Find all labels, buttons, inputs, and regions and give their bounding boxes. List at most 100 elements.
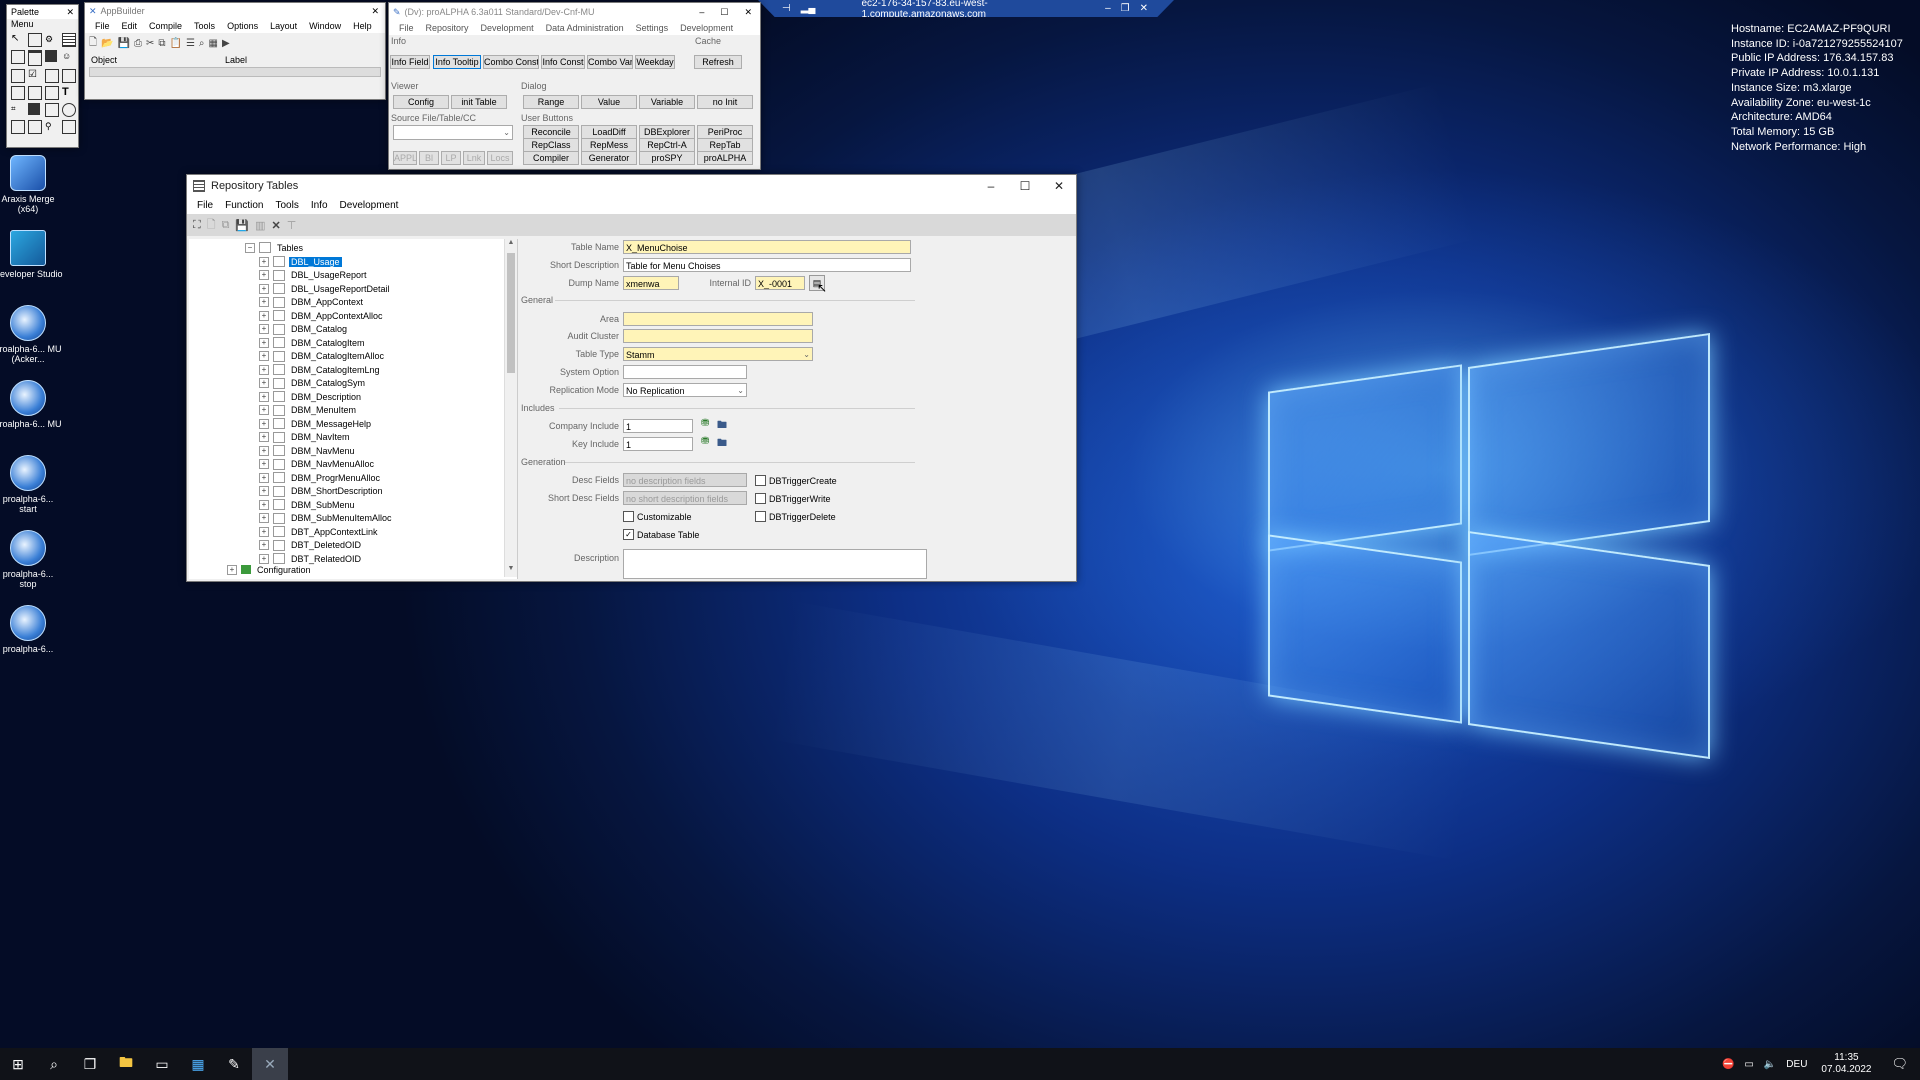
table-tree[interactable]: − Tables + DBL_Usage + DBL_UsageReport + DBL_… — [189, 239, 518, 579]
proalpha-dev-window[interactable]: ✎ (Dv): proALPHA 6.3a011 Standard/Dev-Cn… — [388, 2, 761, 170]
toolbar-icon[interactable] — [28, 120, 42, 134]
search-icon[interactable]: ⌕ — [199, 38, 205, 49]
source-locs-button[interactable]: Locs — [487, 151, 513, 165]
value-button[interactable]: Value — [581, 95, 637, 109]
tree-node-table[interactable]: + DBM_Description — [259, 390, 363, 403]
network-icon[interactable]: ⛔ — [1722, 1059, 1734, 1070]
new-icon[interactable]: 🗋 — [89, 35, 97, 52]
window-icon[interactable] — [28, 50, 42, 66]
variable-button[interactable]: Variable — [639, 95, 695, 109]
filter-icon[interactable]: ⊤ — [287, 219, 297, 232]
smart-object-icon[interactable] — [28, 103, 40, 115]
expand-icon[interactable]: + — [259, 283, 269, 294]
source-combo[interactable]: ⌄ — [393, 125, 513, 140]
periproc-button[interactable]: PeriProc — [697, 125, 753, 139]
repository-titlebar[interactable]: Repository Tables – ☐ ✕ — [187, 175, 1076, 197]
tree-node-table[interactable]: + DBM_MenuItem — [259, 404, 358, 417]
menu-file[interactable]: File — [191, 200, 219, 211]
scroll-down-icon[interactable]: ▼ — [505, 565, 517, 577]
paste-icon[interactable]: 📋 — [169, 38, 181, 49]
expand-icon[interactable]: ⛶ — [193, 219, 201, 232]
task-view-button[interactable]: ❐ — [72, 1048, 108, 1080]
menu-settings[interactable]: Settings — [630, 23, 675, 33]
scroll-thumb[interactable] — [507, 253, 515, 373]
info-field-button[interactable]: Info Field — [390, 55, 430, 69]
save-icon[interactable]: 💾 — [235, 219, 249, 232]
copy-icon[interactable]: ⧉ — [222, 219, 230, 232]
range-button[interactable]: Range — [523, 95, 579, 109]
pointer-icon[interactable]: ↖ — [11, 33, 23, 45]
tree-node-table[interactable]: + DBM_NavMenu — [259, 444, 357, 457]
tree-node-table[interactable]: + DBM_CatalogSym — [259, 377, 367, 390]
tree-node-table[interactable]: + DBM_AppContext — [259, 296, 365, 309]
source-lp-button[interactable]: LP — [441, 151, 461, 165]
config-button[interactable]: Config — [393, 95, 449, 109]
taskbar-appbuilder[interactable]: ✕ — [252, 1048, 288, 1080]
generator-button[interactable]: Generator — [581, 151, 637, 165]
restore-icon[interactable]: ❐ — [1121, 3, 1130, 14]
clock-icon[interactable] — [62, 103, 76, 117]
company-include-input[interactable]: 1 — [623, 419, 693, 433]
delete-icon[interactable]: ✕ — [272, 219, 281, 232]
dump-name-input[interactable]: xmenwa — [623, 276, 679, 290]
reconcile-button[interactable]: Reconcile — [523, 125, 579, 139]
tree-node-table[interactable]: + DBL_UsageReportDetail — [259, 282, 392, 295]
short-description-input[interactable]: Table for Menu Choises — [623, 258, 911, 272]
minimize-icon[interactable]: – — [1105, 3, 1111, 14]
desc-fields-input[interactable]: no description fields — [623, 473, 747, 487]
dialog-icon[interactable]: ☺ — [62, 50, 74, 62]
taskbar-terminal[interactable]: ▭ — [144, 1048, 180, 1080]
expand-icon[interactable]: + — [259, 364, 269, 375]
menu-file[interactable]: File — [89, 21, 116, 31]
init-table-button[interactable]: init Table — [451, 95, 507, 109]
radio-set-icon[interactable] — [11, 69, 25, 83]
maximize-icon[interactable]: ☐ — [1008, 175, 1042, 197]
table-name-input[interactable]: X_MenuChoise — [623, 240, 911, 254]
expand-icon[interactable]: + — [259, 418, 269, 429]
clock[interactable]: 11:35 07.04.2022 — [1821, 1052, 1871, 1076]
expand-icon[interactable]: + — [259, 459, 269, 469]
menu-development[interactable]: Development — [475, 23, 540, 33]
compiler-button[interactable]: Compiler — [523, 151, 579, 165]
expand-icon[interactable]: + — [227, 564, 237, 575]
expand-icon[interactable]: + — [259, 378, 269, 388]
tree-node-table[interactable]: + DBM_ShortDescription — [259, 485, 385, 498]
viewer-icon[interactable] — [62, 120, 76, 134]
tree-node-table[interactable]: + DBT_DeletedOID — [259, 539, 363, 552]
combo-const-button[interactable]: Combo Const — [483, 55, 539, 69]
expand-icon[interactable]: + — [259, 432, 269, 442]
info-const-button[interactable]: Info Const — [541, 55, 585, 69]
taskbar-file-explorer[interactable]: 🖿 — [108, 1048, 144, 1080]
desktop-icon-proalpha-acker[interactable]: proalpha-6... MU (Acker... — [0, 305, 63, 364]
tree-node-configuration[interactable]: + Configuration — [227, 563, 313, 576]
taskbar-proalpha[interactable]: ✎ — [216, 1048, 252, 1080]
collapse-icon[interactable]: − — [245, 242, 255, 253]
close-icon[interactable]: ✕ — [66, 7, 78, 18]
undo-icon[interactable]: ▥ — [255, 219, 265, 232]
short-desc-fields-input[interactable]: no short description fields — [623, 491, 747, 505]
save-icon[interactable]: 💾 — [118, 38, 130, 49]
expand-icon[interactable]: + — [259, 540, 269, 550]
scroll-up-icon[interactable]: ▲ — [505, 239, 517, 251]
browse-icon[interactable] — [62, 33, 76, 47]
expand-icon[interactable]: + — [259, 445, 269, 456]
expand-icon[interactable]: + — [259, 391, 269, 402]
remote-desktop-bar[interactable]: ⊣ ▂▄ ec2-176-34-157-83.eu-west-1.compute… — [758, 0, 1174, 17]
replication-mode-select[interactable]: No Replication ⌄ — [623, 383, 747, 397]
audit-cluster-input[interactable] — [623, 329, 813, 343]
display-icon[interactable]: ▭ — [1744, 1059, 1753, 1070]
panel-icon[interactable] — [11, 120, 25, 134]
menu-tools[interactable]: Tools — [188, 21, 221, 31]
refresh-button[interactable]: Refresh — [694, 55, 742, 69]
repctrl-a-button[interactable]: RepCtrl-A — [639, 138, 695, 152]
maximize-icon[interactable]: ☐ — [712, 7, 736, 18]
tree-node-table[interactable]: + DBT_AppContextLink — [259, 525, 380, 538]
copy-icon[interactable]: ⧉ — [158, 38, 165, 49]
expand-icon[interactable]: + — [259, 526, 269, 537]
tree-node-table[interactable]: + DBM_SubMenu — [259, 498, 357, 511]
source-bl-button[interactable]: Bl — [419, 151, 439, 165]
expand-icon[interactable]: + — [259, 310, 269, 321]
link-icon[interactable]: ⚲ — [45, 120, 57, 132]
menu-help[interactable]: Help — [347, 21, 378, 31]
tree-node-table[interactable]: + DBM_ProgrMenuAlloc — [259, 471, 382, 484]
